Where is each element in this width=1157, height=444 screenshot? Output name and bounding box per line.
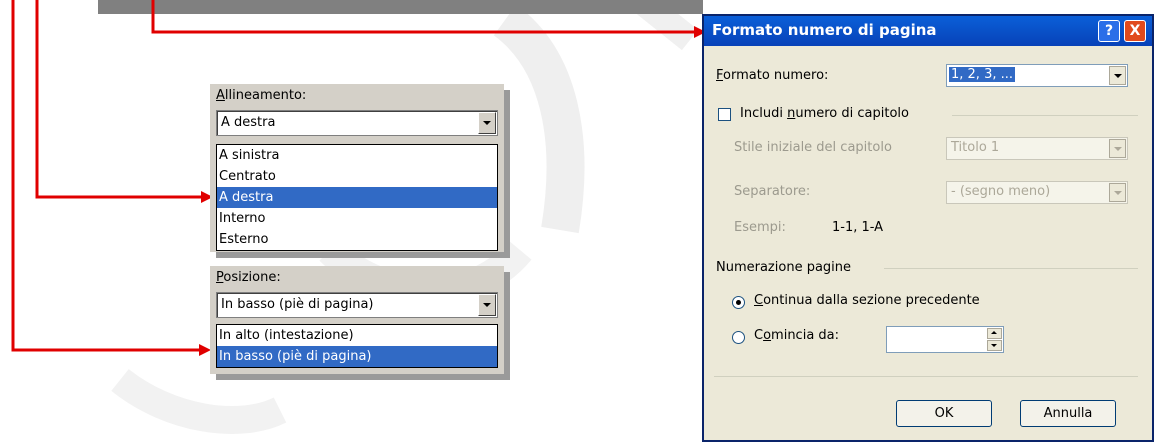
posizione-label: Posizione: [216, 270, 281, 285]
annulla-button[interactable]: Annulla [1020, 400, 1116, 427]
numerazione-pagine-label: Numerazione pagine [716, 260, 852, 275]
dialog-title-bar: Formato numero di pagina ? X [704, 16, 1152, 46]
allineamento-panel: Allineamento: A destra A sinistra Centra… [210, 84, 504, 252]
option-a-sinistra[interactable]: A sinistra [217, 145, 497, 166]
allineamento-options-list: A sinistra Centrato A destra Interno Est… [216, 144, 498, 251]
option-centrato[interactable]: Centrato [217, 166, 497, 187]
capitolo-group-line [952, 115, 1138, 116]
includi-capitolo-label[interactable]: Includi numero di capitolo [740, 106, 909, 121]
option-in-alto[interactable]: In alto (intestazione) [217, 325, 497, 346]
posizione-panel: Posizione: In basso (piè di pagina) In a… [210, 266, 504, 374]
formato-numero-dialog: Formato numero di pagina ? X Formato num… [702, 14, 1154, 442]
includi-capitolo-checkbox[interactable] [718, 108, 731, 121]
arrow-up-icon [991, 331, 997, 334]
separatore-label: Separatore: [734, 184, 811, 199]
top-gray-bar [98, 0, 703, 14]
formato-dropdown-button[interactable] [1109, 66, 1126, 85]
separatore-combo: - (segno meno) [946, 181, 1128, 204]
continua-label[interactable]: Continua dalla sezione precedente [754, 293, 980, 308]
dialog-title: Formato numero di pagina [712, 21, 937, 39]
spin-up-button[interactable] [987, 328, 1002, 339]
stile-capitolo-value: Titolo 1 [951, 140, 1000, 155]
chevron-down-icon [1114, 191, 1122, 195]
option-in-basso[interactable]: In basso (piè di pagina) [217, 346, 497, 367]
formato-numero-value: 1, 2, 3, ... [949, 67, 1016, 82]
numerazione-group-line [884, 268, 1138, 269]
arrow-down-icon [991, 344, 997, 347]
option-esterno[interactable]: Esterno [217, 229, 497, 250]
comincia-label[interactable]: Comincia da: [754, 328, 839, 343]
stile-dropdown-button [1109, 139, 1126, 158]
stile-capitolo-label: Stile iniziale del capitolo [734, 140, 892, 155]
allineamento-dropdown-button[interactable] [478, 112, 496, 134]
continua-radio[interactable] [732, 296, 745, 309]
posizione-options-list: In alto (intestazione) In basso (piè di … [216, 324, 498, 368]
stile-capitolo-combo: Titolo 1 [946, 137, 1128, 160]
chevron-down-icon [483, 121, 491, 125]
esempi-label: Esempi: [734, 220, 786, 235]
esempi-value: 1-1, 1-A [832, 220, 884, 235]
buttons-separator [714, 376, 1138, 377]
spin-down-button[interactable] [987, 340, 1002, 351]
separatore-dropdown-button [1109, 183, 1126, 202]
chevron-down-icon [483, 303, 491, 307]
option-interno[interactable]: Interno [217, 208, 497, 229]
formato-numero-combo[interactable]: 1, 2, 3, ... [946, 64, 1128, 87]
posizione-value: In basso (piè di pagina) [221, 297, 374, 312]
close-button[interactable]: X [1124, 20, 1146, 42]
formato-numero-label: Formato numero: [716, 68, 829, 83]
chevron-down-icon [1114, 74, 1122, 78]
option-a-destra[interactable]: A destra [217, 187, 497, 208]
separatore-value: - (segno meno) [951, 184, 1051, 199]
ok-button[interactable]: OK [896, 400, 992, 427]
posizione-combo[interactable]: In basso (piè di pagina) [216, 292, 498, 318]
comincia-radio[interactable] [732, 331, 745, 344]
allineamento-combo[interactable]: A destra [216, 110, 498, 136]
posizione-dropdown-button[interactable] [478, 294, 496, 316]
chevron-down-icon [1114, 147, 1122, 151]
help-button[interactable]: ? [1098, 20, 1120, 42]
comincia-da-spinner[interactable] [886, 326, 1004, 353]
allineamento-value: A destra [221, 115, 276, 130]
allineamento-label: Allineamento: [216, 88, 307, 103]
